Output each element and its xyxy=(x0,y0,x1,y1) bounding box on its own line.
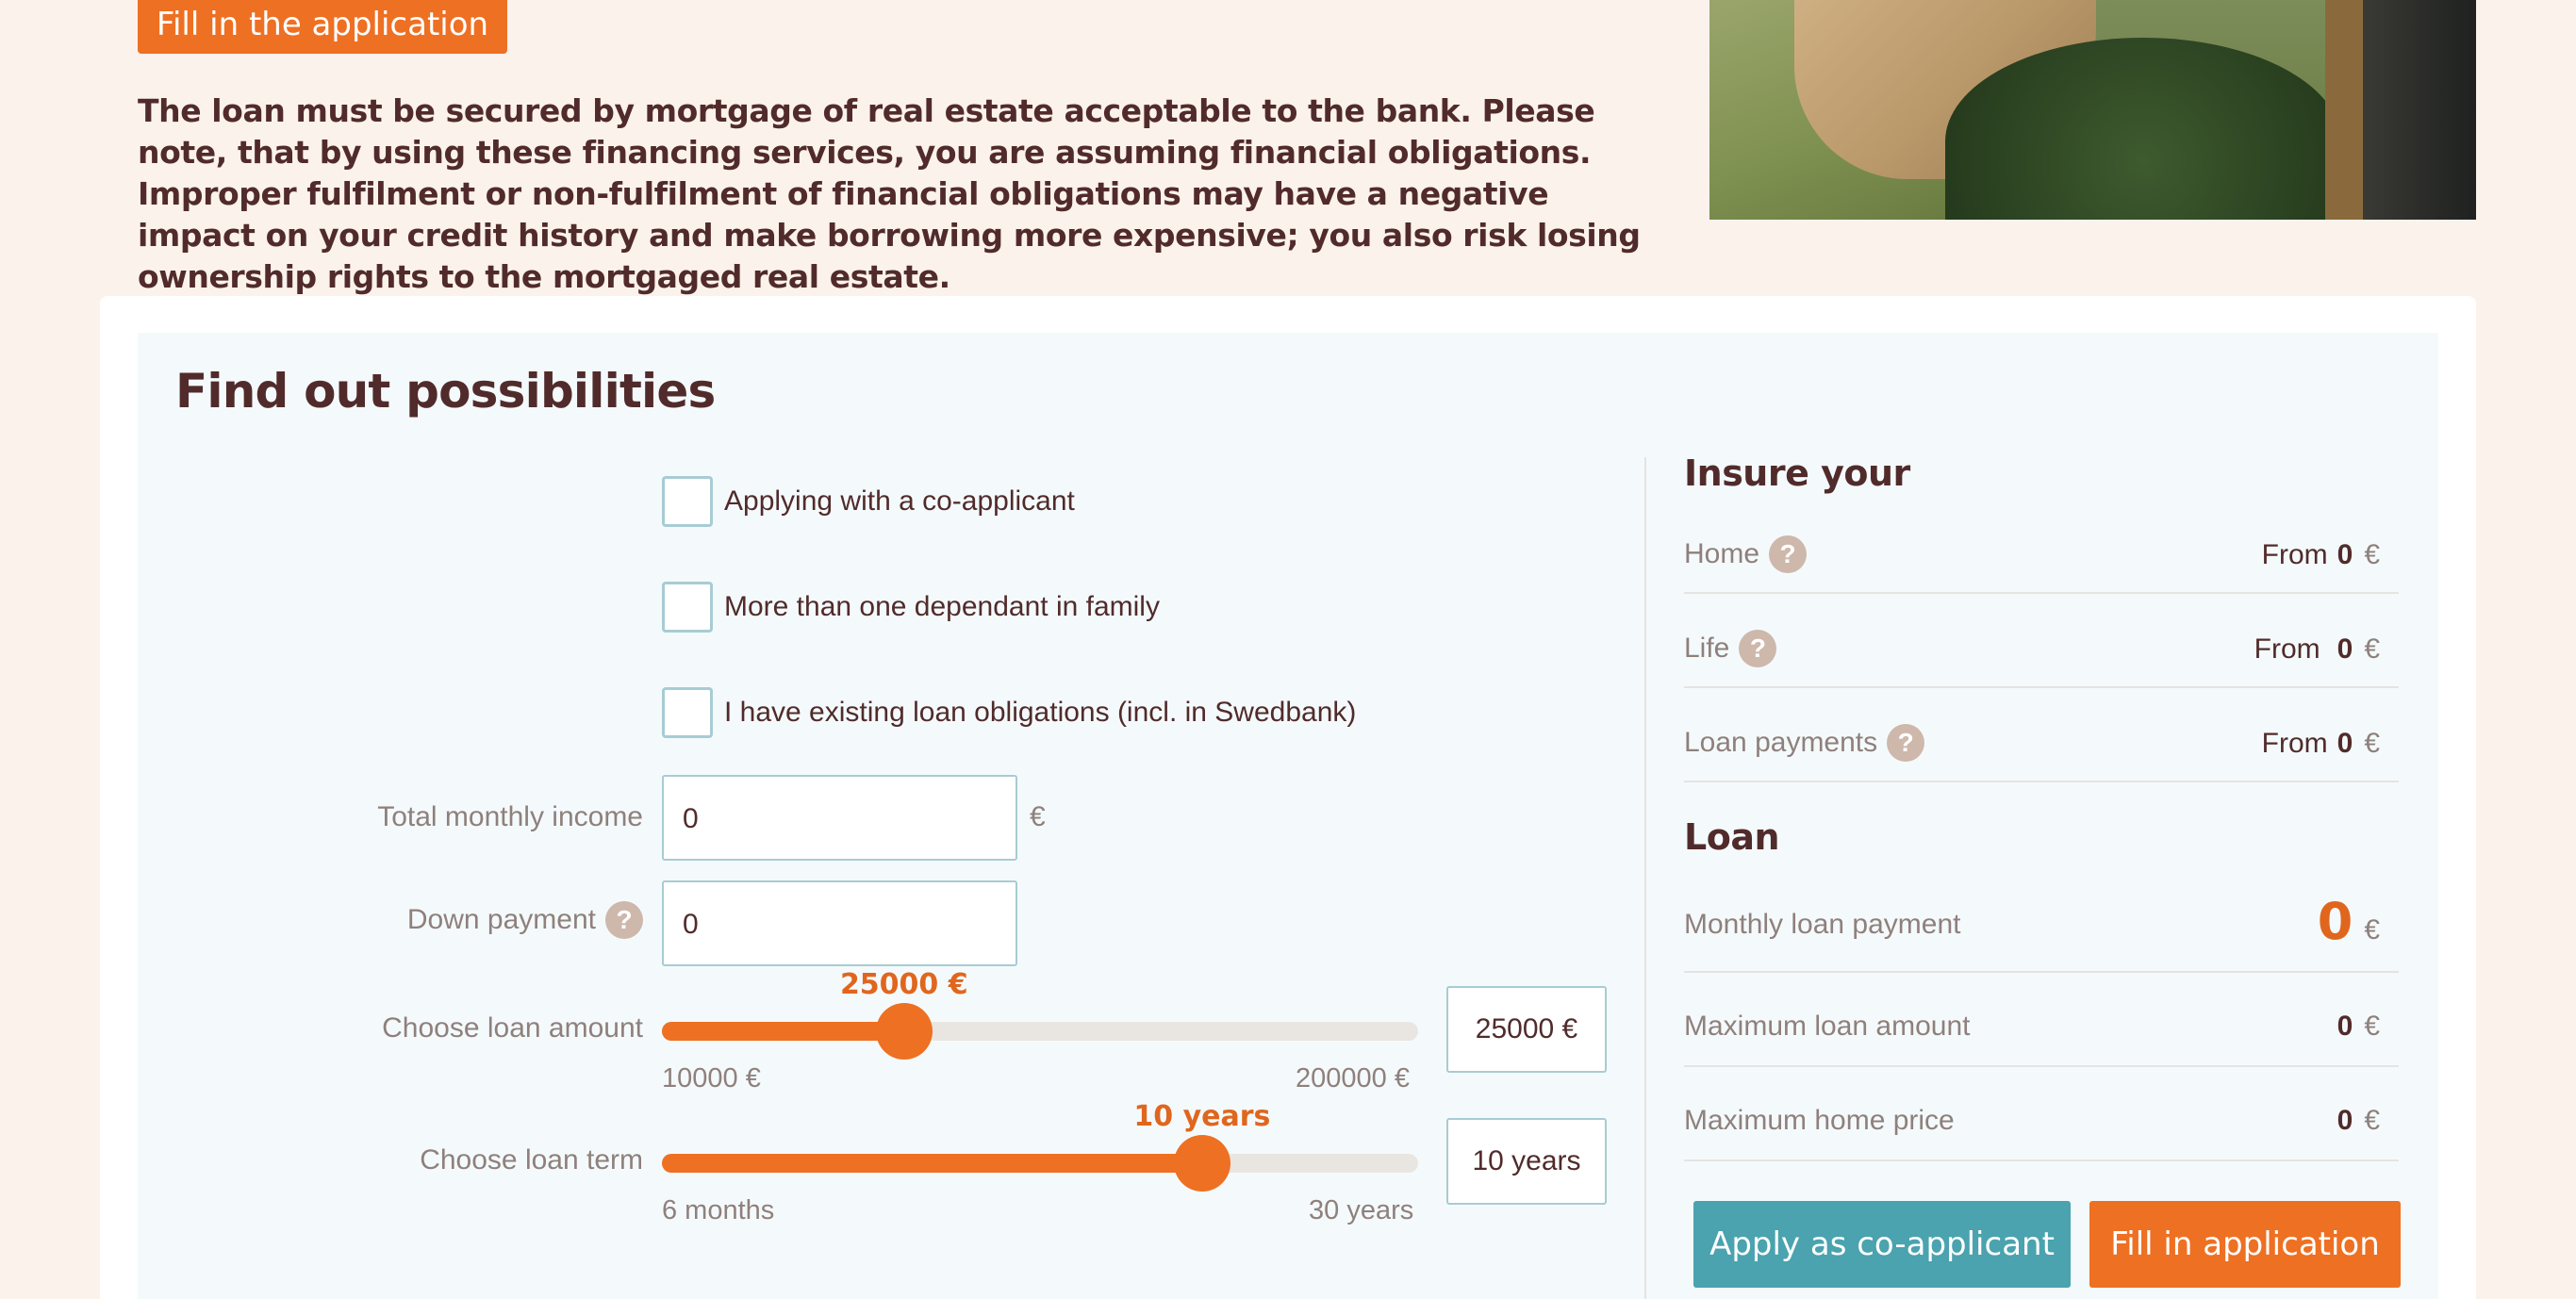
loan-amount-value-label: 25000 € xyxy=(839,968,968,1001)
insure-life-label: Life xyxy=(1684,633,1730,664)
existing-loans-checkbox-row[interactable]: I have existing loan obligations (incl. … xyxy=(662,686,1356,739)
insure-home-help-icon[interactable]: ? xyxy=(1769,535,1808,573)
down-payment-help-icon[interactable]: ? xyxy=(605,901,643,939)
insure-loan-payments-label: Loan payments xyxy=(1684,727,1878,758)
max-loan-label: Maximum loan amount xyxy=(1684,1011,1971,1042)
insure-loan-payments-unit: € xyxy=(2364,728,2380,759)
income-input[interactable]: 0 xyxy=(662,775,1017,861)
insure-home-row: Home ? From 0 € xyxy=(1684,500,2399,594)
insure-loan-payments-prefix: From xyxy=(2261,728,2328,759)
loan-amount-slider-handle[interactable] xyxy=(875,1003,933,1060)
max-loan-unit: € xyxy=(2364,1011,2380,1042)
down-payment-label-row: Down payment ? xyxy=(407,901,643,939)
insure-home-label: Home xyxy=(1684,538,1760,569)
insure-loan-payments-row: Loan payments ? From 0 € xyxy=(1684,688,2399,782)
loan-term-slider-handle[interactable] xyxy=(1173,1135,1230,1192)
loan-term-slider-track[interactable] xyxy=(662,1154,1418,1173)
income-unit: € xyxy=(1030,801,1046,832)
loan-term-label: Choose loan term xyxy=(420,1144,643,1176)
insure-loan-payments-value: 0 xyxy=(2337,728,2353,759)
loan-term-value-label: 10 years xyxy=(1133,1100,1271,1133)
insure-home-value: 0 xyxy=(2337,539,2353,570)
insure-loan-payments-help-icon[interactable]: ? xyxy=(1887,724,1925,762)
loan-amount-slider-track[interactable] xyxy=(662,1022,1418,1041)
co-applicant-label: Applying with a co-applicant xyxy=(724,485,1075,517)
loan-amount-slider-fill xyxy=(662,1022,904,1041)
insure-life-value: 0 xyxy=(2337,633,2353,665)
max-price-unit: € xyxy=(2364,1105,2380,1136)
loan-amount-max: 200000 € xyxy=(1296,1063,1410,1093)
loan-term-min: 6 months xyxy=(662,1195,775,1225)
loan-disclaimer: The loan must be secured by mortgage of … xyxy=(138,92,1641,295)
dependants-label: More than one dependant in family xyxy=(724,591,1160,622)
existing-loans-label: I have existing loan obligations (incl. … xyxy=(724,697,1357,728)
apply-co-applicant-button[interactable]: Apply as co-applicant xyxy=(1693,1201,2071,1288)
column-divider xyxy=(1644,457,1646,1299)
income-label: Total monthly income xyxy=(377,801,643,832)
max-price-row: Maximum home price 0 € xyxy=(1684,1067,2399,1161)
insure-life-row: Life ? From 0 € xyxy=(1684,594,2399,688)
loan-heading: Loan xyxy=(1684,816,1780,858)
down-payment-label: Down payment xyxy=(406,904,596,935)
dependants-checkbox[interactable] xyxy=(662,582,713,633)
fill-application-button[interactable]: Fill in application xyxy=(2089,1201,2401,1288)
dependants-checkbox-row[interactable]: More than one dependant in family xyxy=(662,581,1160,633)
insure-life-prefix: From xyxy=(2254,633,2320,665)
insure-life-unit: € xyxy=(2364,633,2380,665)
calculator-title: Find out possibilities xyxy=(175,364,716,419)
existing-loans-checkbox[interactable] xyxy=(662,687,713,738)
loan-term-max: 30 years xyxy=(1309,1195,1414,1225)
loan-term-slider-fill xyxy=(662,1154,1202,1173)
insure-life-help-icon[interactable]: ? xyxy=(1739,630,1777,667)
max-price-value: 0 xyxy=(2337,1105,2353,1136)
max-loan-row: Maximum loan amount 0 € xyxy=(1684,973,2399,1067)
insure-heading: Insure your xyxy=(1684,452,1910,494)
monthly-payment-row: Monthly loan payment 0 € xyxy=(1684,879,2399,973)
loan-amount-input[interactable]: 25000 € xyxy=(1446,986,1607,1073)
down-payment-input[interactable]: 0 xyxy=(662,880,1017,966)
insure-home-prefix: From xyxy=(2261,539,2328,570)
monthly-payment-unit: € xyxy=(2364,914,2380,945)
max-price-label: Maximum home price xyxy=(1684,1105,1955,1136)
hero-photo xyxy=(1709,0,2476,220)
loan-term-input[interactable]: 10 years xyxy=(1446,1118,1607,1205)
co-applicant-checkbox[interactable] xyxy=(662,476,713,527)
insure-home-unit: € xyxy=(2364,539,2380,570)
loan-amount-label: Choose loan amount xyxy=(382,1012,643,1044)
monthly-payment-label: Monthly loan payment xyxy=(1684,909,1961,940)
co-applicant-checkbox-row[interactable]: Applying with a co-applicant xyxy=(662,475,1075,528)
monthly-payment-value: 0 xyxy=(2317,892,2353,951)
loan-amount-min: 10000 € xyxy=(662,1063,761,1093)
max-loan-value: 0 xyxy=(2337,1011,2353,1042)
fill-application-top-button[interactable]: Fill in the application xyxy=(138,0,507,54)
